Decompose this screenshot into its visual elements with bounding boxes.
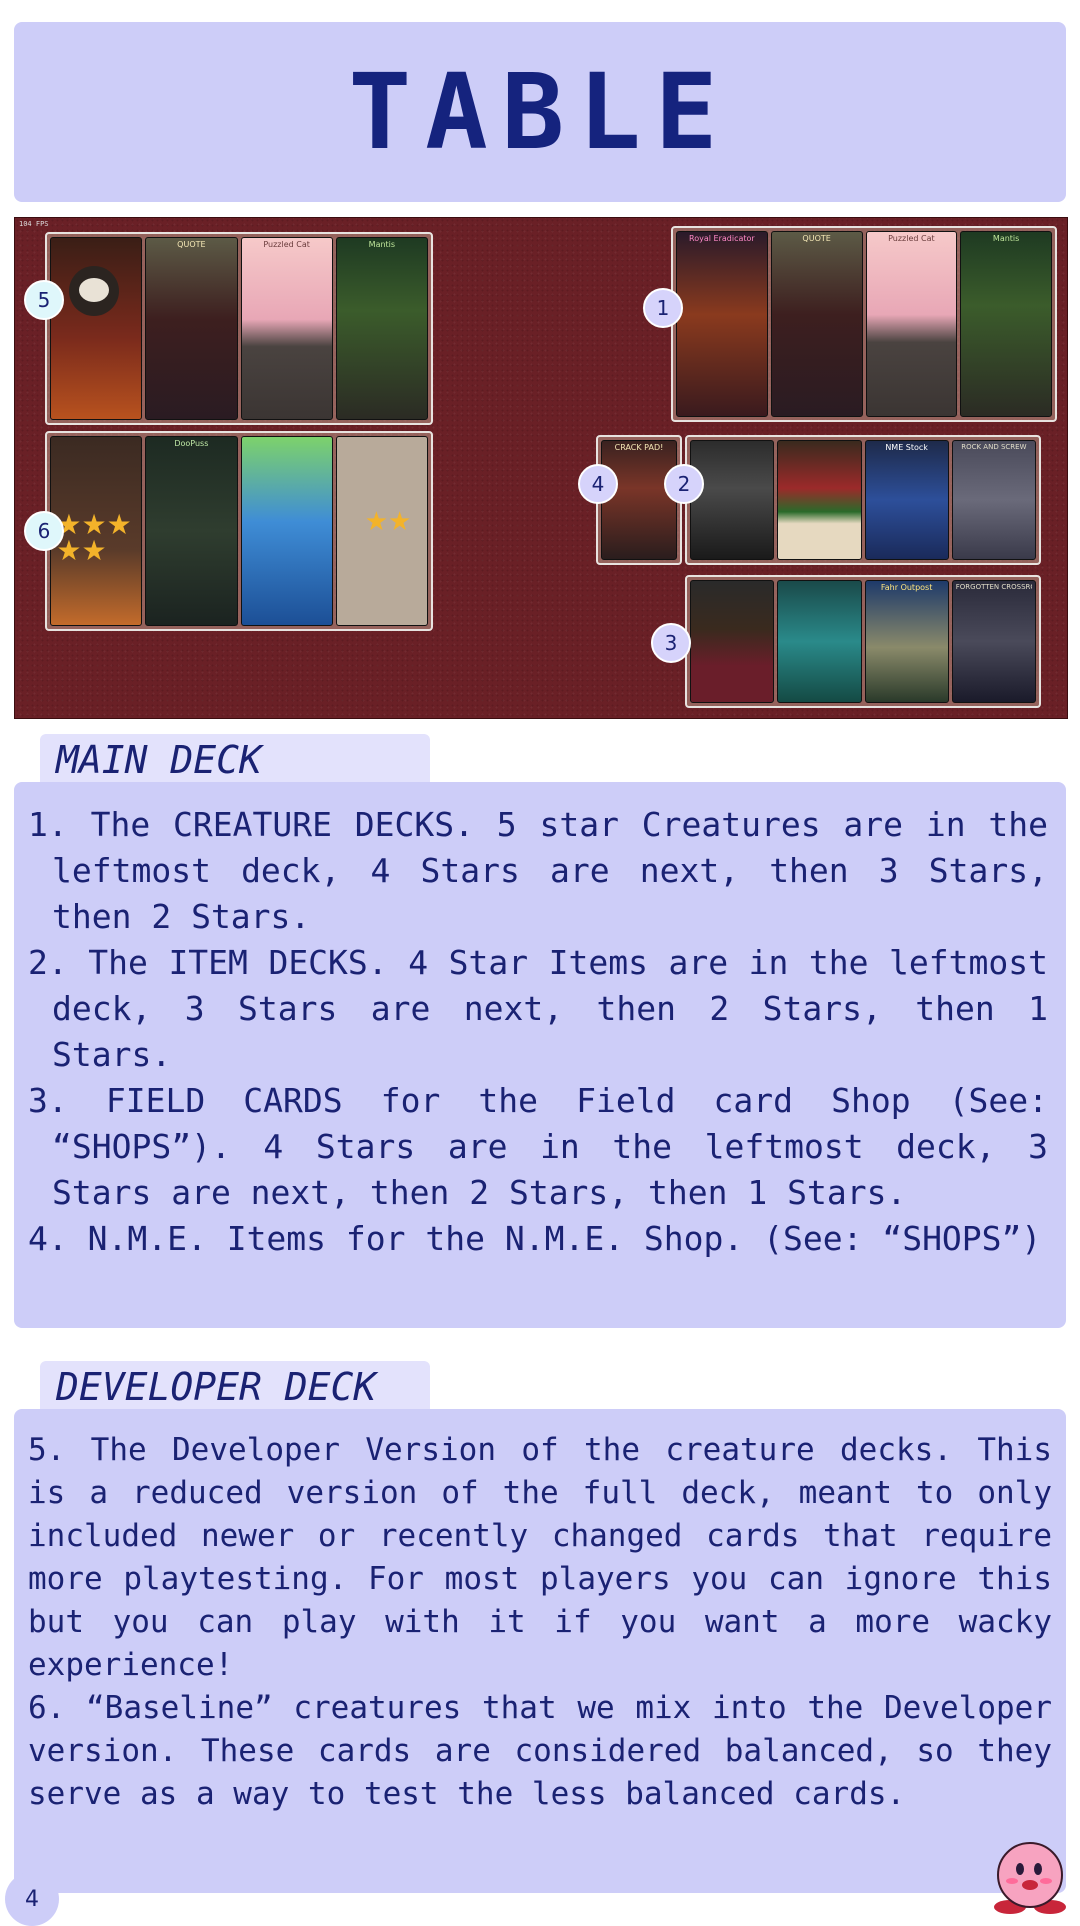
marker-3: 3 [651, 623, 691, 663]
card-royal-eradicator: Royal Eradicator [676, 231, 768, 417]
card-nme-stock: NME Stock [864, 440, 949, 560]
developer-deck-box: 5. The Developer Version of the creature… [14, 1409, 1066, 1893]
deck-group-3: Fahr Outpost FORGOTTEN CROSSROADS [685, 575, 1041, 708]
card-puzzled-cat: Puzzled Cat [240, 237, 333, 420]
main-deck-box: 1. The CREATURE DECKS. 5 star Creatures … [14, 782, 1066, 1328]
marker-4: 4 [578, 464, 618, 504]
marker-5: 5 [24, 280, 64, 320]
deck-group-5: QUOTE Puzzled Cat Mantis [45, 232, 433, 425]
card-mantis: Mantis [335, 237, 428, 420]
developer-deck-heading: DEVELOPER DECK [56, 1365, 377, 1409]
card-field-hall [690, 580, 775, 703]
marker-2: 2 [664, 464, 704, 504]
card-field-cave [777, 580, 862, 703]
marker-6: 6 [24, 511, 64, 551]
fps-label: 104 FPS [19, 220, 49, 228]
developer-paragraph-5: 5. The Developer Version of the creature… [28, 1432, 1052, 1683]
list-item: 4. N.M.E. Items for the N.M.E. Shop. (Se… [28, 1219, 1042, 1258]
deck-group-1: Royal Eradicator QUOTE Puzzled Cat Manti… [671, 226, 1057, 422]
deck-group-6: ★★★ ★★ DooPuss ★★ [45, 431, 433, 631]
card-doopuss: DooPuss [145, 436, 238, 626]
card-rock-and-screw: ROCK AND SCREW [951, 440, 1036, 560]
card-blue-creature [240, 436, 333, 626]
page-title: TABLE [348, 51, 732, 173]
table-layout-image: 104 FPS QUOTE Puzzled Cat Mantis ★★★ ★★ D… [14, 217, 1068, 719]
developer-deck-tab: DEVELOPER DECK [40, 1361, 430, 1409]
card-quote: QUOTE [145, 237, 238, 420]
list-item: 3. FIELD CARDS for the Field card Shop (… [28, 1081, 1048, 1212]
card-forgotten-crossroads: FORGOTTEN CROSSROADS [951, 580, 1036, 703]
card-panda-silhouette: ★★ [335, 436, 428, 626]
marker-1: 1 [643, 288, 683, 328]
card-panda [50, 237, 143, 420]
card-mantis-1: Mantis [960, 231, 1052, 417]
list-item: 2. The ITEM DECKS. 4 Star Items are in t… [28, 943, 1048, 1074]
main-deck-tab: MAIN DECK [40, 734, 430, 782]
kirby-mascot-icon [994, 1842, 1066, 1914]
card-item-gift [777, 440, 862, 560]
card-puzzled-cat-1: Puzzled Cat [865, 231, 958, 417]
deck-group-2: NME Stock ROCK AND SCREW [685, 435, 1041, 565]
page-number: 4 [5, 1872, 59, 1926]
list-item: 1. The CREATURE DECKS. 5 star Creatures … [28, 805, 1048, 936]
card-fahr-outpost: Fahr Outpost [864, 580, 949, 703]
card-crack-pad: CRACK PAD! [601, 440, 677, 560]
card-quote-1: QUOTE [770, 231, 863, 417]
main-deck-heading: MAIN DECK [56, 738, 262, 782]
developer-paragraph-6: 6. “Baseline” creatures that we mix into… [28, 1690, 1052, 1812]
title-banner: TABLE [14, 22, 1066, 202]
card-item-dark [690, 440, 775, 560]
